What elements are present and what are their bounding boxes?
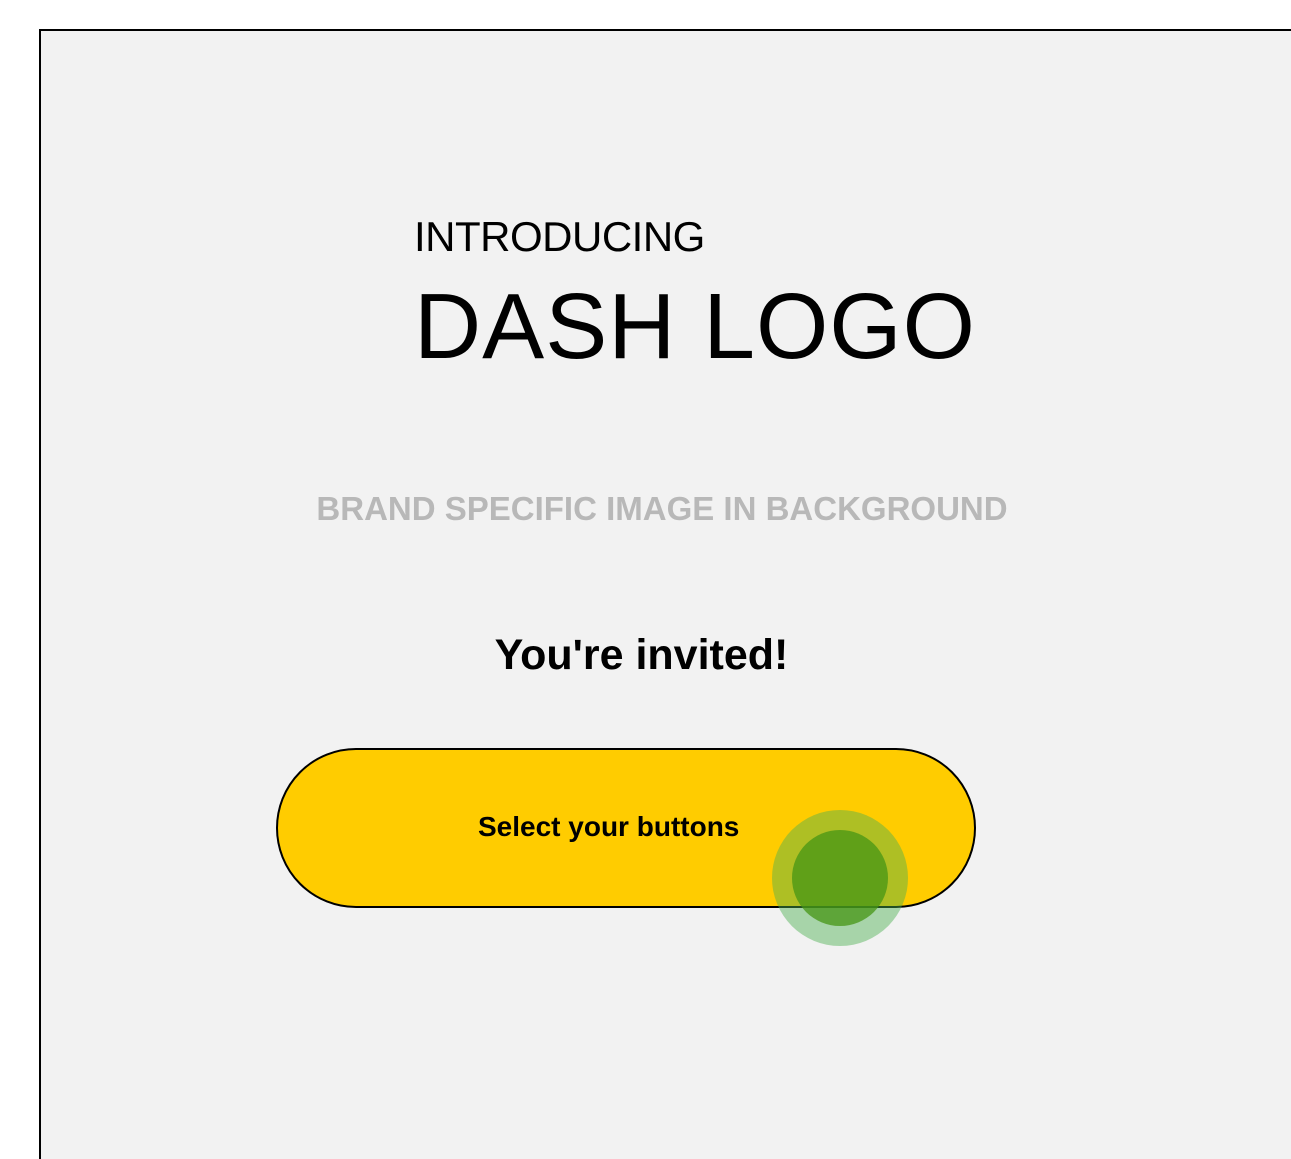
select-buttons-label: Select your buttons [478, 811, 740, 842]
intro-kicker: INTRODUCING [414, 213, 705, 260]
logo-title: DASH LOGO [414, 274, 976, 378]
invite-heading: You're invited! [494, 631, 789, 679]
select-buttons-button[interactable]: Select your buttons [276, 748, 976, 908]
background-image-placeholder: BRAND SPECIFIC IMAGE IN BACKGROUND [316, 490, 1008, 527]
screen-frame [39, 29, 1291, 1159]
